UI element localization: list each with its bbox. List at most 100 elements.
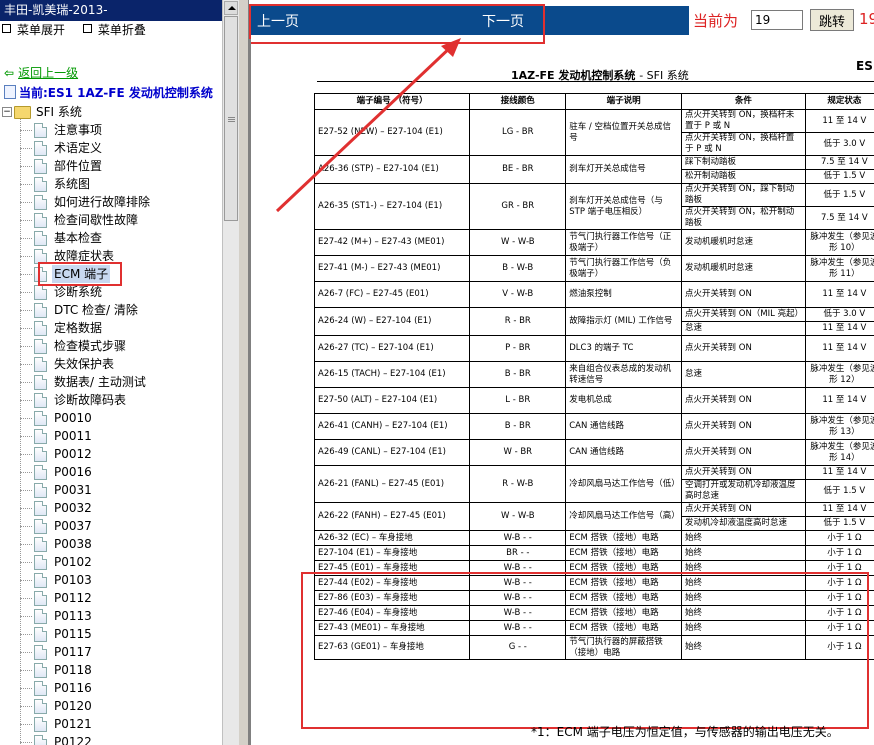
tree-item-label: P0117 (54, 645, 92, 659)
jump-button[interactable]: 跳转 (810, 9, 854, 31)
scroll-thumb[interactable] (224, 16, 238, 221)
tree-item[interactable]: 诊断故障码表 (0, 391, 222, 409)
tree-item[interactable]: 数据表/ 主动测试 (0, 373, 222, 391)
wire-color-cell: P - BR (469, 335, 567, 362)
page-number-input[interactable] (751, 10, 803, 30)
header-rule (317, 81, 874, 82)
wire-color-cell: W - W-B (469, 229, 567, 256)
terminal-cell: A26-7 (FC) – E27-45 (E01) (313, 281, 471, 308)
page-icon (34, 321, 47, 336)
description-cell: 节气门执行器工作信号（正极端子） (565, 229, 683, 256)
tree-item[interactable]: 定格数据 (0, 319, 222, 337)
tree-item[interactable]: P0037 (0, 517, 222, 535)
condition-cell: 怠速 (681, 321, 806, 336)
description-cell: 来自组合仪表总成的发动机转速信号 (565, 361, 683, 388)
expand-all-link[interactable]: 菜单展开 (17, 23, 65, 37)
tree-item-label: 定格数据 (54, 321, 103, 335)
page-icon (34, 303, 47, 318)
terminal-cell: E27-41 (M-) – E27-43 (ME01) (313, 255, 471, 282)
tree-item-label: 检查模式步骤 (54, 339, 127, 353)
tree-item[interactable]: P0115 (0, 625, 222, 643)
table-row: A26-7 (FC) – E27-45 (E01) V - W-B 燃油泵控制 点火开… (313, 281, 874, 308)
tree-item[interactable]: P0038 (0, 535, 222, 553)
table-row: A26-35 (ST1-) – E27-104 (E1) GR - BR 刹车灯开关… (313, 183, 874, 230)
tree-item[interactable]: 部件位置 (0, 157, 222, 175)
description-cell: ECM 搭铁（接地）电路 (565, 530, 683, 546)
terminal-cell: E27-42 (M+) – E27-43 (ME01) (313, 229, 471, 256)
tree-connector (20, 562, 32, 563)
scroll-up-icon[interactable] (224, 1, 238, 15)
tree-item[interactable]: 系统图 (0, 175, 222, 193)
back-row[interactable]: ⇦ 返回上一级 (0, 64, 78, 82)
tree-item[interactable]: P0031 (0, 481, 222, 499)
spec-cell: 低于 1.5 V (804, 516, 874, 531)
tree-connector (20, 274, 32, 275)
tree-item[interactable]: 如何进行故障排除 (0, 193, 222, 211)
tree-item[interactable]: P0103 (0, 571, 222, 589)
tree-item[interactable]: 检查模式步骤 (0, 337, 222, 355)
page-icon (34, 537, 47, 552)
tree-item[interactable]: P0118 (0, 661, 222, 679)
tree-item[interactable]: 检查间歇性故障 (0, 211, 222, 229)
collapse-icon[interactable] (82, 24, 92, 33)
spec-cell: 11 至 14 V (804, 321, 874, 336)
wire-color-cell: W - BR (469, 439, 567, 466)
tree-title: 丰田-凯美瑞-2013- (0, 0, 222, 21)
tree-item[interactable]: P0112 (0, 589, 222, 607)
tree-item[interactable]: P0011 (0, 427, 222, 445)
page-icon (34, 465, 47, 480)
col-color: 接线颜色 (469, 93, 567, 110)
tree-item[interactable]: DTC 检查/ 清除 (0, 301, 222, 319)
tree-item[interactable]: P0016 (0, 463, 222, 481)
terminal-cell: A26-32 (EC) – 车身接地 (313, 530, 471, 546)
terminal-cell: A26-35 (ST1-) – E27-104 (E1) (313, 183, 471, 230)
tree-item[interactable]: 基本检查 (0, 229, 222, 247)
tree-item[interactable]: 术语定义 (0, 139, 222, 157)
collapse-all-link[interactable]: 菜单折叠 (98, 23, 146, 37)
tree-item[interactable]: P0122 (0, 733, 222, 745)
table-row: A26-22 (FANH) – E27-45 (E01) W - W-B 冷却风扇马… (313, 502, 874, 531)
tree-item[interactable]: 失效保护表 (0, 355, 222, 373)
tree-scrollbar[interactable] (222, 0, 239, 745)
terminal-cell: A26-15 (TACH) – E27-104 (E1) (313, 361, 471, 388)
back-arrow-icon[interactable]: ⇦ (4, 66, 14, 80)
expand-icon[interactable] (2, 24, 11, 33)
menu-controls: 菜单展开 菜单折叠 (0, 21, 222, 40)
tree-item-label: DTC 检查/ 清除 (54, 303, 138, 317)
tree-item[interactable]: P0113 (0, 607, 222, 625)
pane-splitter[interactable] (239, 0, 249, 745)
tree-connector (20, 616, 32, 617)
description-cell: CAN 通信线路 (565, 439, 683, 466)
document-icon (4, 85, 16, 99)
description-cell: 故障指示灯 (MIL) 工作信号 (565, 307, 683, 336)
tree-connector (20, 130, 32, 131)
collapse-toggle-icon[interactable]: − (2, 107, 12, 117)
terminal-cell: E27-50 (ALT) – E27-104 (E1) (313, 387, 471, 414)
tree-item-label: 系统图 (54, 177, 91, 191)
tree-item[interactable]: 注意事项 (0, 121, 222, 139)
condition-cell: 点火开关转到 ON，踩下制动踏板 (681, 183, 806, 207)
condition-cell: 点火开关转到 ON (681, 335, 806, 362)
tree-item[interactable]: P0012 (0, 445, 222, 463)
wire-color-cell: V - W-B (469, 281, 567, 308)
terminal-cell: A26-41 (CANH) – E27-104 (E1) (313, 413, 471, 440)
condition-cell: 松开制动踏板 (681, 169, 806, 184)
wire-color-cell: B - BR (469, 413, 567, 440)
tree-folder-sfi[interactable]: − SFI 系统 (0, 103, 222, 121)
tree-item[interactable]: P0116 (0, 679, 222, 697)
terminal-cell: A26-27 (TC) – E27-104 (E1) (313, 335, 471, 362)
tree-item-label: 检查间歇性故障 (54, 213, 139, 227)
tree-item[interactable]: P0121 (0, 715, 222, 733)
tree-item-label: P0116 (54, 681, 92, 695)
condition-cell: 踩下制动踏板 (681, 155, 806, 170)
wire-color-cell: W - W-B (469, 502, 567, 531)
tree-item[interactable]: P0032 (0, 499, 222, 517)
tree-item[interactable]: P0117 (0, 643, 222, 661)
tree-item[interactable]: P0120 (0, 697, 222, 715)
doc-corner-label: ES (856, 59, 873, 73)
tree-connector (20, 670, 32, 671)
tree-item[interactable]: P0010 (0, 409, 222, 427)
back-link[interactable]: 返回上一级 (18, 66, 78, 80)
page-icon (34, 285, 47, 300)
tree-item[interactable]: P0102 (0, 553, 222, 571)
